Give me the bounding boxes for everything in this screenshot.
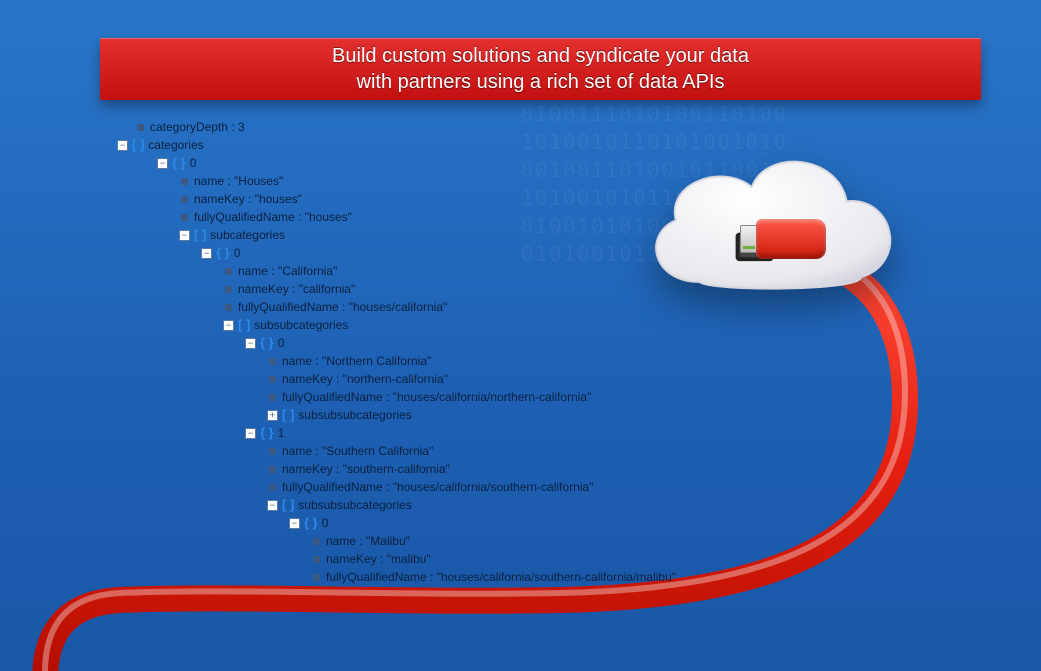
collapse-icon[interactable]: − xyxy=(245,428,256,439)
slide-frame: 0100111010100110100 1010010110101001010 … xyxy=(0,0,1041,671)
tree-row: − { } 0 xyxy=(135,154,676,172)
node-label: categories xyxy=(148,136,203,154)
tree-row: − [ ] categories xyxy=(117,136,676,154)
node-label: subsubcategories xyxy=(254,316,348,334)
collapse-icon[interactable]: − xyxy=(223,320,234,331)
object-icon: { } xyxy=(304,514,318,532)
array-icon: [ ] xyxy=(282,496,294,514)
leaf-text: nameKey : "southern-california" xyxy=(282,460,450,478)
tree-row: − { } 0 xyxy=(135,334,676,352)
leaf-text: fullyQualifiedName : "houses" xyxy=(194,208,352,226)
json-tree: categoryDepth : 3 − [ ] categories − { }… xyxy=(135,118,676,586)
collapse-icon[interactable]: − xyxy=(201,248,212,259)
expand-icon[interactable]: + xyxy=(267,410,278,421)
array-icon: [ ] xyxy=(132,136,144,154)
collapse-icon[interactable]: − xyxy=(245,338,256,349)
leaf-icon xyxy=(313,574,320,581)
tree-row: name : "Malibu" xyxy=(135,532,676,550)
leaf-icon xyxy=(313,538,320,545)
leaf-icon xyxy=(313,556,320,563)
node-index: 0 xyxy=(278,334,285,352)
leaf-text: name : "California" xyxy=(238,262,337,280)
headline-banner: Build custom solutions and syndicate you… xyxy=(100,38,981,100)
leaf-icon xyxy=(269,448,276,455)
tree-row: nameKey : "southern-california" xyxy=(135,460,676,478)
leaf-icon xyxy=(181,178,188,185)
tree-row: − [ ] subcategories xyxy=(135,226,676,244)
leaf-icon xyxy=(137,124,144,131)
headline-line-1: Build custom solutions and syndicate you… xyxy=(332,43,749,69)
tree-row: fullyQualifiedName : "houses" xyxy=(135,208,676,226)
tree-row: fullyQualifiedName : "houses/california" xyxy=(135,298,676,316)
tree-row: nameKey : "houses" xyxy=(135,190,676,208)
leaf-icon xyxy=(269,358,276,365)
node-index: 0 xyxy=(322,514,329,532)
tree-row: fullyQualifiedName : "houses/california/… xyxy=(135,388,676,406)
tree-row: + [ ] subsubsubcategories xyxy=(135,406,676,424)
leaf-text: nameKey : "california" xyxy=(238,280,355,298)
node-label: subsubsubcategories xyxy=(298,406,411,424)
leaf-text: name : "Malibu" xyxy=(326,532,410,550)
leaf-icon xyxy=(269,466,276,473)
collapse-icon[interactable]: − xyxy=(157,158,168,169)
tree-row: fullyQualifiedName : "houses/california/… xyxy=(135,478,676,496)
tree-row: name : "Houses" xyxy=(135,172,676,190)
array-icon: [ ] xyxy=(282,406,294,424)
tree-row: − [ ] subsubsubcategories xyxy=(135,496,676,514)
leaf-text: name : "Southern California" xyxy=(282,442,433,460)
collapse-icon[interactable]: − xyxy=(117,140,128,151)
array-icon: [ ] xyxy=(238,316,250,334)
tree-row: − { } 1 xyxy=(135,424,676,442)
node-index: 1 xyxy=(278,424,285,442)
leaf-icon xyxy=(269,394,276,401)
object-icon: { } xyxy=(260,424,274,442)
tree-row: nameKey : "northern-california" xyxy=(135,370,676,388)
node-index: 0 xyxy=(190,154,197,172)
array-icon: [ ] xyxy=(194,226,206,244)
leaf-text: categoryDepth : 3 xyxy=(150,118,245,136)
tree-row: name : "Southern California" xyxy=(135,442,676,460)
leaf-icon xyxy=(181,214,188,221)
leaf-icon xyxy=(181,196,188,203)
leaf-icon xyxy=(269,376,276,383)
node-label: subcategories xyxy=(210,226,285,244)
collapse-icon[interactable]: − xyxy=(289,518,300,529)
tree-row: − { } 0 xyxy=(135,244,676,262)
object-icon: { } xyxy=(216,244,230,262)
tree-row: categoryDepth : 3 xyxy=(135,118,676,136)
ethernet-plug xyxy=(736,215,826,263)
leaf-icon xyxy=(269,484,276,491)
node-label: subsubsubcategories xyxy=(298,496,411,514)
tree-row: nameKey : "malibu" xyxy=(135,550,676,568)
tree-row: − { } 0 xyxy=(135,514,676,532)
tree-row: − [ ] subsubcategories xyxy=(135,316,676,334)
leaf-icon xyxy=(225,304,232,311)
tree-row: nameKey : "california" xyxy=(135,280,676,298)
leaf-text: nameKey : "malibu" xyxy=(326,550,431,568)
object-icon: { } xyxy=(172,154,186,172)
tree-row: name : "California" xyxy=(135,262,676,280)
leaf-text: fullyQualifiedName : "houses/california/… xyxy=(326,568,676,586)
leaf-text: nameKey : "houses" xyxy=(194,190,302,208)
leaf-text: fullyQualifiedName : "houses/california" xyxy=(238,298,447,316)
leaf-icon xyxy=(225,268,232,275)
leaf-text: fullyQualifiedName : "houses/california/… xyxy=(282,388,591,406)
leaf-text: nameKey : "northern-california" xyxy=(282,370,448,388)
tree-row: fullyQualifiedName : "houses/california/… xyxy=(135,568,676,586)
leaf-text: name : "Houses" xyxy=(194,172,283,190)
collapse-icon[interactable]: − xyxy=(267,500,278,511)
collapse-icon[interactable]: − xyxy=(179,230,190,241)
node-index: 0 xyxy=(234,244,241,262)
object-icon: { } xyxy=(260,334,274,352)
leaf-text: name : "Northern California" xyxy=(282,352,431,370)
headline-line-2: with partners using a rich set of data A… xyxy=(332,69,749,95)
leaf-text: fullyQualifiedName : "houses/california/… xyxy=(282,478,593,496)
leaf-icon xyxy=(225,286,232,293)
tree-row: name : "Northern California" xyxy=(135,352,676,370)
